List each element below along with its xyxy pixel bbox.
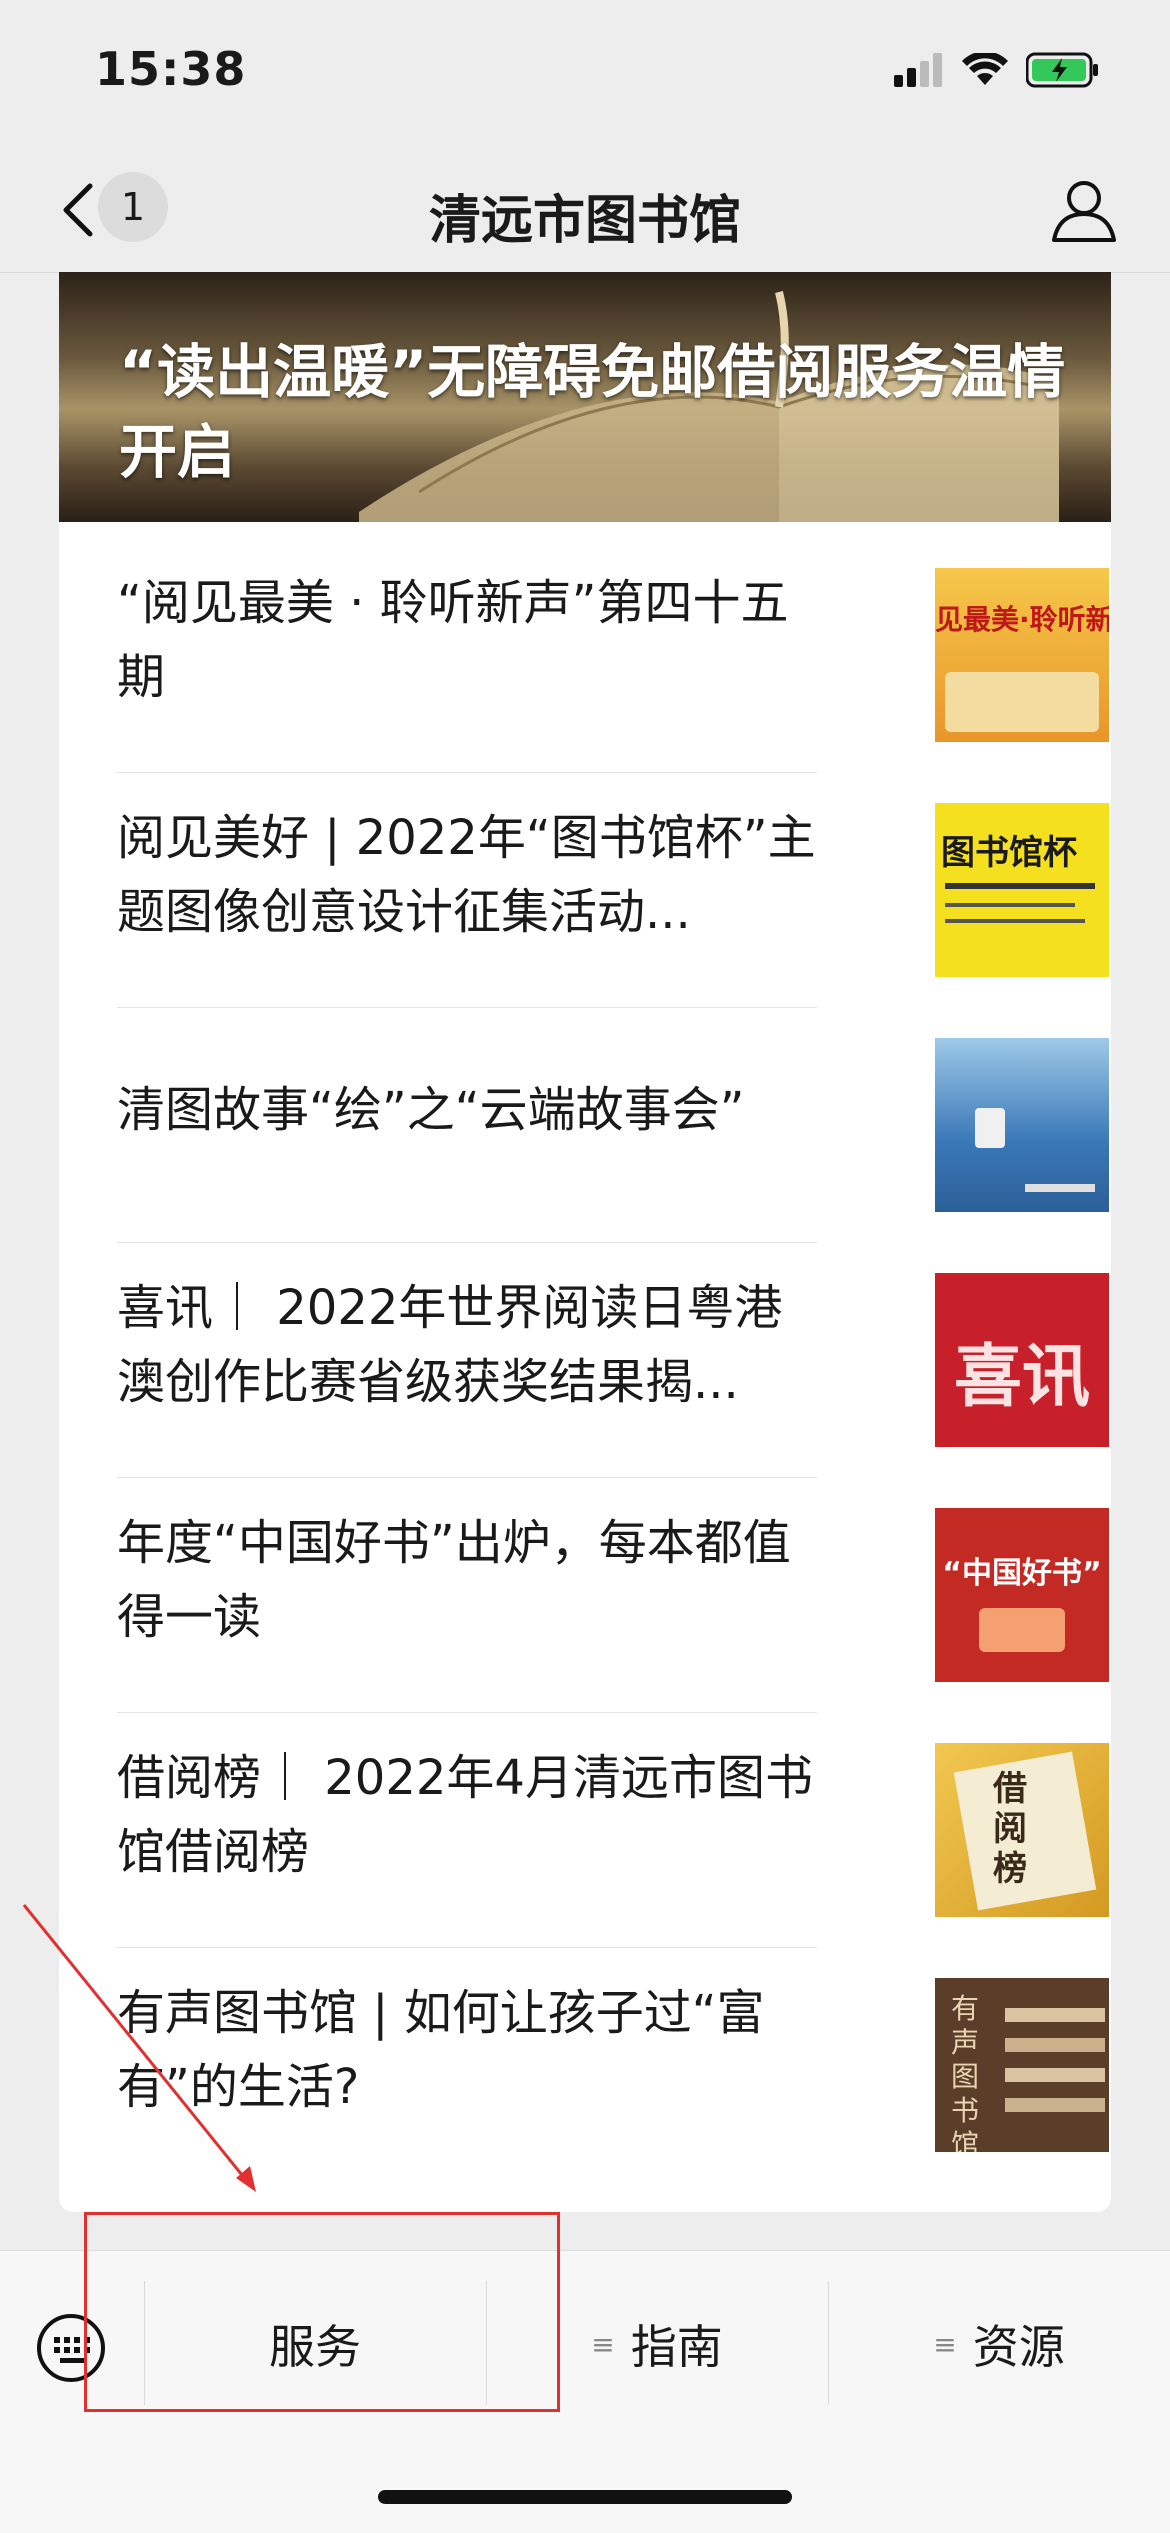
article-item[interactable]: 有声图书馆 | 如何让孩子过“富有”的生活? 有声图书馆 [117,1932,1109,2168]
thumbnail-text: 有声图书馆 [951,1992,980,2152]
article-title: 阅见美好 | 2022年“图书馆杯”主题图像创意设计征集活动... [117,810,816,940]
thumbnail-book [1005,2038,1105,2052]
article-item[interactable]: “阅见最美 · 聆听新声”第四十五期 见最美·聆听新 [117,522,1109,758]
home-indicator [378,2490,792,2504]
status-bar: 15:38 [0,0,1170,150]
menu-item-label: 指南 [630,2320,723,2374]
thumbnail-line [1025,1184,1095,1192]
thumbnail-text: 见最美·聆听新 [935,603,1109,636]
thumbnail-figure [975,1108,1005,1148]
battery-charging-icon [1026,52,1098,88]
page-title: 清远市图书馆 [428,191,741,251]
article-title: 年度“中国好书”出炉，每本都值得一读 [117,1515,791,1645]
article-title: 借阅榜｜ 2022年4月清远市图书馆借阅榜 [117,1750,813,1880]
cellular-signal-icon [894,53,942,87]
article-thumbnail [935,1038,1109,1212]
menu-item-resources[interactable]: ≡ 资源 [828,2279,1170,2409]
article-title: 清图故事“绘”之“云端故事会” [117,1082,745,1138]
banner-title: “读出温暖”无障碍免邮借阅服务温情开启 [119,338,1066,486]
wifi-icon [962,53,1008,85]
article-thumbnail: 有声图书馆 [935,1978,1109,2152]
thumbnail-book [1005,2098,1105,2112]
article-thumbnail: “中国好书” [935,1508,1109,1682]
article-card: “读出温暖”无障碍免邮借阅服务温情开启 “阅见最美 · 聆听新声”第四十五期 见… [59,272,1111,2212]
thumbnail-line [945,919,1085,923]
thumbnail-text: 喜讯 [953,1338,1090,1417]
article-title: 喜讯｜ 2022年世界阅读日粤港澳创作比赛省级获奖结果揭... [117,1280,783,1410]
article-thumbnail: 见最美·聆听新 [935,568,1109,742]
article-item[interactable]: 清图故事“绘”之“云端故事会” [117,992,1109,1228]
keyboard-icon[interactable] [36,2313,106,2383]
thumbnail-line [945,883,1095,889]
status-icons [894,52,1100,88]
article-item[interactable]: 年度“中国好书”出炉，每本都值得一读 “中国好书” [117,1462,1109,1698]
thumbnail-text: 图书馆杯 [941,833,1077,873]
article-title: 有声图书馆 | 如何让孩子过“富有”的生活? [117,1985,765,2115]
thumbnail-book [1005,2068,1105,2082]
article-thumbnail: 借阅榜 [935,1743,1109,1917]
article-item[interactable]: 喜讯｜ 2022年世界阅读日粤港澳创作比赛省级获奖结果揭... 喜讯 [117,1227,1109,1463]
status-time: 15:38 [95,42,247,96]
menu-item-label: 资源 [972,2320,1065,2374]
thumbnail-scene [945,672,1099,732]
thumbnail-text: 借阅榜 [993,1769,1027,1889]
article-thumbnail: 喜讯 [935,1273,1109,1447]
banner-article[interactable]: “读出温暖”无障碍免邮借阅服务温情开启 [59,272,1111,522]
article-thumbnail: 图书馆杯 [935,803,1109,977]
submenu-icon: ≡ [933,2327,957,2361]
menu-item-service[interactable]: 服务 [144,2279,486,2409]
thumbnail-text: “中国好书” [942,1556,1102,1591]
article-title: “阅见最美 · 聆听新声”第四十五期 [117,575,789,705]
thumbnail-line [945,903,1075,907]
menu-item-label: 服务 [269,2320,361,2374]
thumbnail-book [1005,2008,1105,2022]
profile-icon[interactable] [1048,174,1120,246]
thumbnail-book [979,1608,1065,1652]
nav-bar: 1 清远市图书馆 [0,150,1170,273]
submenu-icon: ≡ [591,2327,615,2361]
menu-item-guide[interactable]: ≡ 指南 [486,2279,828,2409]
article-item[interactable]: 借阅榜｜ 2022年4月清远市图书馆借阅榜 借阅榜 [117,1697,1109,1933]
article-item[interactable]: 阅见美好 | 2022年“图书馆杯”主题图像创意设计征集活动... 图书馆杯 [117,757,1109,993]
